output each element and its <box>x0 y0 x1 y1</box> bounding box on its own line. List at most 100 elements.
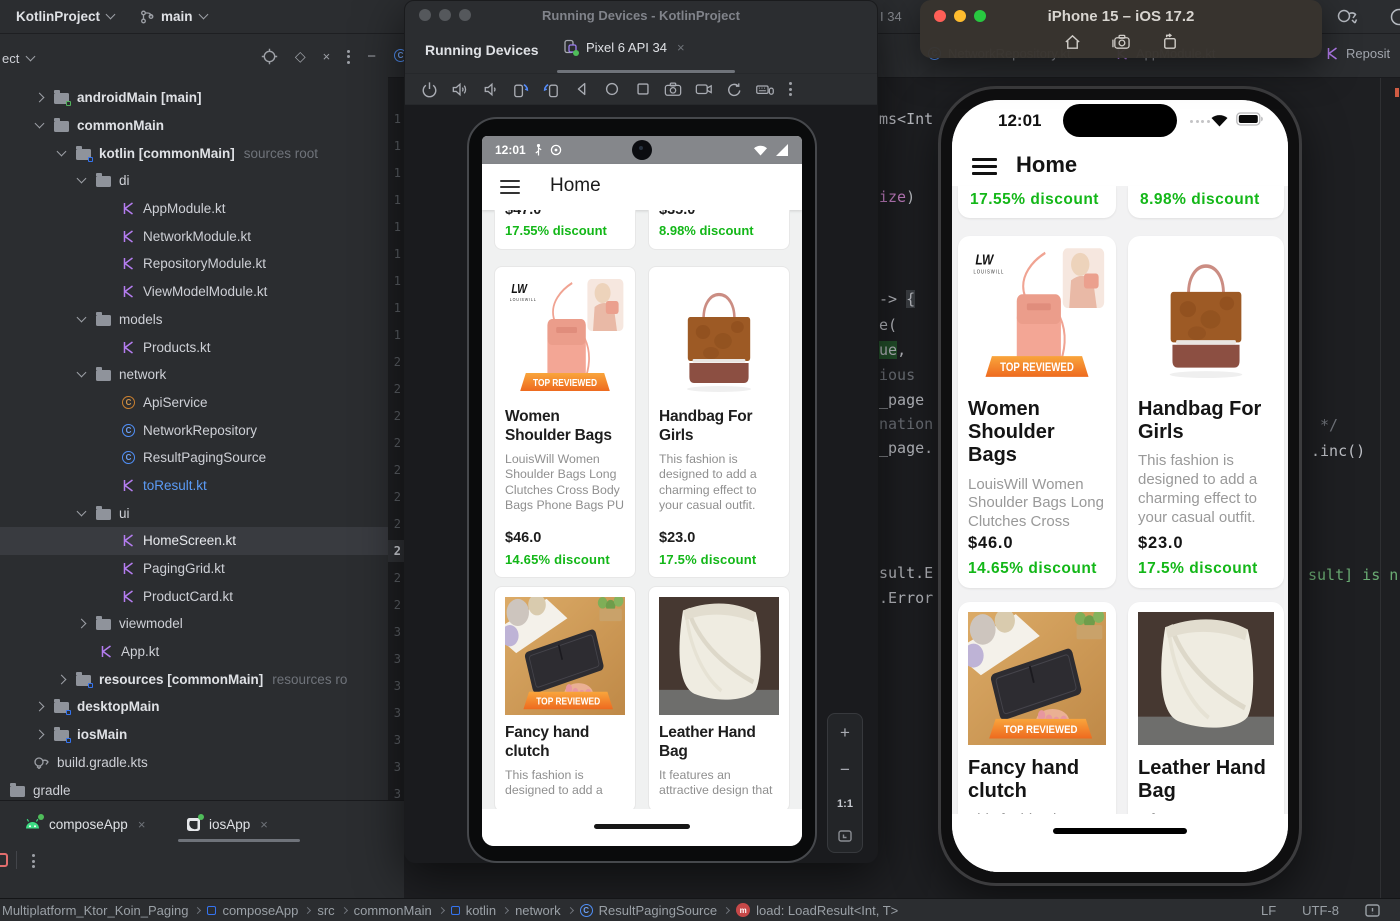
product-card-partial-2[interactable]: 8.98% discount <box>1128 186 1284 218</box>
tree-item-networkmodule[interactable]: NetworkModule.kt <box>0 222 388 250</box>
folder-icon <box>96 315 111 326</box>
gradle-sync-icon[interactable] <box>1334 7 1358 27</box>
editor-tab-repositorymodule[interactable]: Reposit <box>1326 46 1390 61</box>
screen-record-button[interactable] <box>694 79 714 99</box>
tree-item-apiservice[interactable]: C ApiService <box>0 389 388 417</box>
breadcrumb-resultpagingsource[interactable]: CResultPagingSource <box>580 903 718 918</box>
encoding-widget[interactable]: UTF-8 <box>1302 903 1339 918</box>
tree-item-paginggrid[interactable]: PagingGrid.kt <box>0 555 388 583</box>
tree-item-productcard[interactable]: ProductCard.kt <box>0 582 388 610</box>
rotate-device-icon[interactable] <box>1160 33 1179 51</box>
back-button[interactable] <box>572 79 592 99</box>
breadcrumb-src[interactable]: src <box>317 903 334 918</box>
breadcrumb-load-method[interactable]: mload: LoadResult<Int, T> <box>736 903 898 918</box>
ios-screen[interactable]: 12:01 Home 17.55% discount <box>952 100 1288 872</box>
tree-item-resultpagingsource[interactable]: C ResultPagingSource <box>0 444 388 472</box>
vcs-branch-widget[interactable]: main <box>140 9 207 24</box>
run-tab-iosapp[interactable]: iosApp × <box>186 809 268 839</box>
tree-item-viewmodel[interactable]: viewmodel <box>0 610 388 638</box>
device-tab-pixel6[interactable]: Pixel 6 API 34 × <box>563 39 685 55</box>
android-statusbar: 12:01 <box>482 136 802 164</box>
breadcrumb-network[interactable]: network <box>515 903 561 918</box>
product-card-handbag-for-girls[interactable]: Handbag For Girls This fashion is design… <box>648 266 790 578</box>
run-tab-composeapp[interactable]: composeApp × <box>24 809 145 839</box>
close-icon[interactable]: × <box>260 817 268 832</box>
close-icon[interactable]: × <box>323 49 331 64</box>
product-card-leather-hand-bag[interactable]: Leather Hand Bag It features an attracti… <box>648 586 790 812</box>
product-card-partial-1[interactable]: $47.0 17.55% discount <box>494 210 636 250</box>
android-home-handle[interactable] <box>594 824 690 829</box>
folder-icon <box>76 675 91 686</box>
kotlin-file-icon <box>122 590 135 603</box>
options-kebab-icon[interactable] <box>32 854 35 868</box>
tree-item-resources[interactable]: resources [commonMain] resources ro <box>0 665 388 693</box>
ios-simulator-titlebar[interactable]: iPhone 15 – iOS 17.2 <box>920 0 1322 58</box>
zoom-ratio-button[interactable]: 1:1 <box>837 798 853 810</box>
tree-item-ui[interactable]: ui <box>0 499 388 527</box>
screenshot-camera-icon[interactable] <box>1110 33 1132 51</box>
menu-hamburger-icon[interactable] <box>972 158 997 175</box>
tree-item-appmodule[interactable]: AppModule.kt <box>0 195 388 223</box>
locate-file-icon[interactable] <box>261 48 278 65</box>
product-card-fancy-hand-clutch[interactable]: TOP REVIEWED Fancy hand clutch This fash… <box>494 586 636 812</box>
overview-button[interactable] <box>633 79 653 99</box>
rotate-right-button[interactable] <box>541 79 561 99</box>
restart-button[interactable] <box>724 79 744 99</box>
tree-item-app[interactable]: App.kt <box>0 638 388 666</box>
tree-item-toresult[interactable]: toResult.kt <box>0 472 388 500</box>
breadcrumb-kotlin[interactable]: kotlin <box>451 903 496 918</box>
screenshot-button[interactable] <box>663 79 683 99</box>
android-screen[interactable]: 12:01 Home $47.0 17 <box>482 136 802 846</box>
breadcrumb-commonmain[interactable]: commonMain <box>354 903 432 918</box>
fit-screen-button[interactable] <box>838 830 852 842</box>
stop-button[interactable] <box>0 853 8 867</box>
tree-item-kotlin[interactable]: kotlin [commonMain] sources root <box>0 139 388 167</box>
hardware-input-button[interactable] <box>755 79 775 99</box>
breadcrumb-project[interactable]: Multiplatform_Ktor_Koin_Paging <box>2 903 188 918</box>
hide-icon[interactable]: − <box>367 48 376 65</box>
ios-bottom-area <box>952 814 1288 872</box>
zoom-out-button[interactable]: − <box>840 761 850 778</box>
tree-item-gradle[interactable]: gradle <box>0 776 388 800</box>
notifications-icon[interactable] <box>1365 904 1380 917</box>
product-card-women-shoulder-bags[interactable]: LW LOUISWILL TOP REVIEWED Women Shoulder… <box>958 236 1116 588</box>
tree-item-iosmain[interactable]: iosMain <box>0 721 388 749</box>
breadcr-composeapp[interactable]: composeApp <box>207 903 298 918</box>
home-icon[interactable] <box>1063 33 1082 51</box>
volume-down-button[interactable] <box>480 79 500 99</box>
tree-item-desktopmain[interactable]: desktopMain <box>0 693 388 721</box>
tree-item-androidmain[interactable]: androidMain [main] <box>0 84 388 112</box>
ios-home-indicator[interactable] <box>1053 828 1187 834</box>
tree-item-products[interactable]: Products.kt <box>0 333 388 361</box>
tree-item-di[interactable]: di <box>0 167 388 195</box>
tree-item-models[interactable]: models <box>0 306 388 334</box>
product-card-handbag-for-girls[interactable]: Handbag For Girls This fashion is design… <box>1128 236 1284 588</box>
collapse-icon[interactable]: ◇ <box>295 48 306 65</box>
options-kebab-icon[interactable] <box>347 50 350 64</box>
tree-item-networkrepository[interactable]: C NetworkRepository <box>0 416 388 444</box>
home-button[interactable] <box>602 79 622 99</box>
product-card-women-shoulder-bags[interactable]: LW LOUISWILL TOP REVIEWED Women Shoulder… <box>494 266 636 578</box>
rotate-left-button[interactable] <box>511 79 531 99</box>
tree-item-network[interactable]: network <box>0 361 388 389</box>
tree-item-viewmodelmodule[interactable]: ViewModelModule.kt <box>0 278 388 306</box>
tree-item-commonmain[interactable]: commonMain <box>0 112 388 140</box>
running-devices-titlebar[interactable]: Running Devices - KotlinProject <box>405 1 877 29</box>
tree-item-buildgradle[interactable]: build.gradle.kts <box>0 749 388 777</box>
close-icon[interactable]: × <box>138 817 146 832</box>
project-widget[interactable]: KotlinProject <box>16 9 114 24</box>
line-ending-widget[interactable]: LF <box>1261 903 1276 918</box>
product-card-partial-2[interactable]: $35.0 8.98% discount <box>648 210 790 250</box>
options-kebab-icon[interactable] <box>789 82 792 96</box>
divider <box>16 851 17 869</box>
close-icon[interactable]: × <box>677 40 685 55</box>
tree-item-homescreen[interactable]: HomeScreen.kt <box>0 527 388 555</box>
product-image-leather-bag <box>659 597 779 715</box>
menu-hamburger-icon[interactable] <box>500 180 520 194</box>
volume-up-button[interactable] <box>450 79 470 99</box>
editor-gutter: 11 11 11 11 12 22 22 22 22 23 33 33 33 <box>388 78 404 800</box>
zoom-in-button[interactable]: + <box>840 724 850 741</box>
tree-item-repositorymodule[interactable]: RepositoryModule.kt <box>0 250 388 278</box>
product-card-partial-1[interactable]: 17.55% discount <box>958 186 1116 218</box>
power-button[interactable] <box>419 79 439 99</box>
